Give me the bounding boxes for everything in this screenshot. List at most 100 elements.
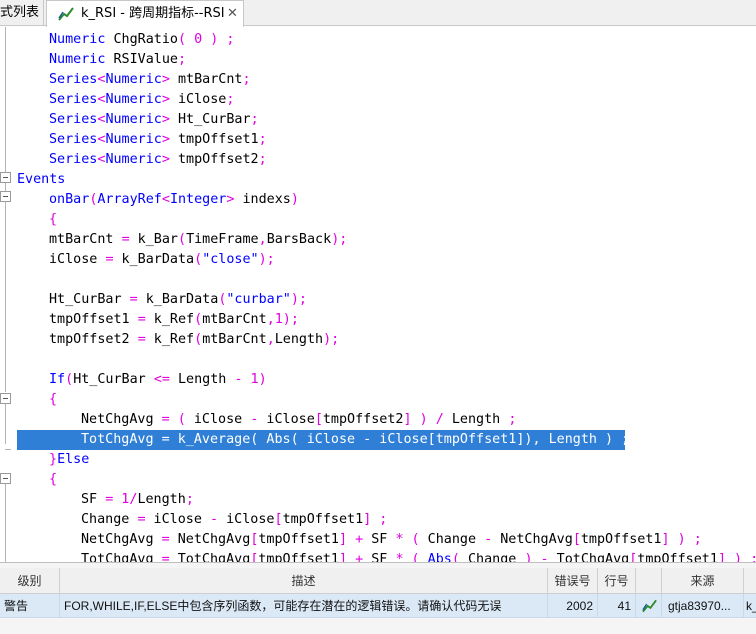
code-token: ( (178, 232, 187, 247)
code-line[interactable]: iClose = k_BarData("close"); (49, 250, 275, 270)
code-token: NetChgAvg (81, 532, 162, 547)
code-line[interactable]: onBar(ArrayRef<Integer> indexs) (49, 190, 299, 210)
code-token: = (105, 252, 114, 267)
header-description[interactable]: 描述 (60, 568, 548, 594)
code-line[interactable]: }Else (49, 450, 89, 470)
code-line[interactable]: NetChgAvg = NetChgAvg[tmpOffset1] + SF *… (81, 530, 702, 550)
code-token: Length (137, 492, 186, 507)
code-token: Numeric (105, 72, 162, 87)
code-token: Change (459, 552, 525, 562)
code-line-selected[interactable]: TotChgAvg = k_Average( Abs( iClose - iCl… (17, 430, 629, 450)
code-line[interactable]: Series<Numeric> iClose; (49, 90, 234, 110)
code-token: Length (443, 412, 509, 427)
header-extra[interactable] (744, 568, 756, 594)
code-token: iClose (145, 512, 210, 527)
code-line[interactable]: { (49, 390, 57, 410)
code-token: ; (178, 52, 187, 67)
code-token: { (49, 212, 58, 227)
code-token: ( 0 ) ; (178, 32, 235, 47)
code-line[interactable]: tmpOffset2 = k_Ref(mtBarCnt,Length); (49, 330, 339, 350)
code-token: tmpOffset1 (637, 552, 718, 562)
fold-toggle-icon[interactable] (0, 393, 11, 404)
code-token: - 1) (234, 372, 267, 387)
header-error-code[interactable]: 错误号 (548, 568, 598, 594)
code-line[interactable]: Ht_CurBar = k_BarData("curbar"); (49, 290, 307, 310)
code-editor[interactable]: Numeric ChgRatio( 0 ) ; Numeric RSIValue;… (0, 27, 756, 562)
code-token: SF (81, 492, 106, 507)
fold-toggle-icon[interactable] (0, 473, 11, 484)
code-line[interactable]: tmpOffset1 = k_Ref(mtBarCnt,1); (49, 310, 299, 330)
code-token: ; (185, 492, 194, 507)
code-token: Series (49, 72, 98, 87)
code-token: Ht_CurBar (169, 112, 251, 127)
code-line[interactable]: { (49, 210, 57, 230)
code-token: NetChgAvg (492, 532, 573, 547)
code-line[interactable]: Events (17, 170, 65, 190)
code-line[interactable]: Numeric ChgRatio( 0 ) ; (49, 30, 234, 50)
code-token: iClose (185, 412, 251, 427)
code-token: ) (290, 192, 299, 207)
code-token: BarsBack (266, 232, 332, 247)
code-token: ArrayRef (97, 192, 162, 207)
code-token: > (161, 132, 170, 147)
code-token: TotChgAvg = k_Average( Abs( iClose - iCl… (81, 432, 630, 447)
code-token: = (137, 312, 146, 327)
fold-toggle-icon[interactable] (0, 191, 11, 202)
code-token: = (137, 512, 146, 527)
code-token: tmpOffset1 (282, 512, 364, 527)
code-line[interactable]: Series<Numeric> mtBarCnt; (49, 70, 251, 90)
tab-k-rsi[interactable]: k_RSI - 跨周期指标--RSI ✕ (46, 0, 244, 27)
panel-header: 级别 描述 错误号 行号 来源 (0, 568, 756, 594)
code-token: k_BarData (113, 252, 195, 267)
code-token: ; (226, 92, 235, 107)
code-token: Else (57, 452, 90, 467)
code-token: tmpOffset1 (169, 132, 259, 147)
code-token: tmpOffset2 (322, 412, 404, 427)
fold-guide (5, 484, 6, 562)
code-line[interactable]: mtBarCnt = k_Bar(TimeFrame,BarsBack); (49, 230, 347, 250)
header-icon[interactable] (636, 568, 662, 594)
tab-bar: 式列表 k_RSI - 跨周期指标--RSI ✕ (0, 0, 756, 27)
close-icon[interactable]: ✕ (227, 1, 238, 27)
code-token: ( (451, 552, 460, 562)
code-token: = (137, 332, 146, 347)
code-token: = (161, 532, 170, 547)
code-token: k_Ref (145, 312, 195, 327)
header-source[interactable]: 来源 (662, 568, 744, 594)
code-token: { (49, 392, 58, 407)
code-token: Numeric (49, 32, 106, 47)
table-row[interactable]: 警告 FOR,WHILE,IF,ELSE中包含序列函数，可能存在潜在的逻辑错误。… (0, 594, 756, 618)
tab-formula-list[interactable]: 式列表 (0, 0, 44, 26)
code-line[interactable]: SF = 1/Length; (81, 490, 194, 510)
code-line[interactable]: TotChgAvg = TotChgAvg[tmpOffset1] + SF *… (81, 550, 756, 562)
code-token: = (129, 292, 138, 307)
fold-guide (5, 27, 6, 172)
code-token: k_BarData (137, 292, 219, 307)
code-line[interactable]: Change = iClose - iClose[tmpOffset1] ; (81, 510, 387, 530)
code-line[interactable]: Series<Numeric> tmpOffset2; (49, 150, 267, 170)
code-token: ] + (339, 552, 364, 562)
code-token: > (161, 152, 170, 167)
header-line[interactable]: 行号 (598, 568, 636, 594)
code-line[interactable]: If(Ht_CurBar <= Length - 1) (49, 370, 267, 390)
code-line[interactable]: NetChgAvg = ( iClose - iClose[tmpOffset2… (81, 410, 516, 430)
code-token: indexs (234, 192, 291, 207)
code-line[interactable]: Numeric RSIValue; (49, 50, 186, 70)
code-token: ( (194, 252, 203, 267)
fold-toggle-icon[interactable] (0, 172, 11, 183)
code-token: } (49, 452, 58, 467)
code-token: iClose (169, 92, 227, 107)
code-line[interactable]: { (49, 470, 57, 490)
code-token: , (266, 332, 275, 347)
code-token: Events (17, 172, 66, 187)
code-line[interactable]: Series<Numeric> Ht_CurBar; (49, 110, 259, 130)
code-token: ); (323, 332, 340, 347)
header-level[interactable]: 级别 (0, 568, 60, 594)
code-token: tmpOffset2 (169, 152, 259, 167)
code-token: Numeric (105, 112, 162, 127)
code-token: RSIValue (105, 52, 178, 67)
code-token: - (210, 512, 219, 527)
code-token: = (121, 232, 130, 247)
code-token: tmpOffset1 (258, 532, 339, 547)
code-line[interactable]: Series<Numeric> tmpOffset1; (49, 130, 267, 150)
